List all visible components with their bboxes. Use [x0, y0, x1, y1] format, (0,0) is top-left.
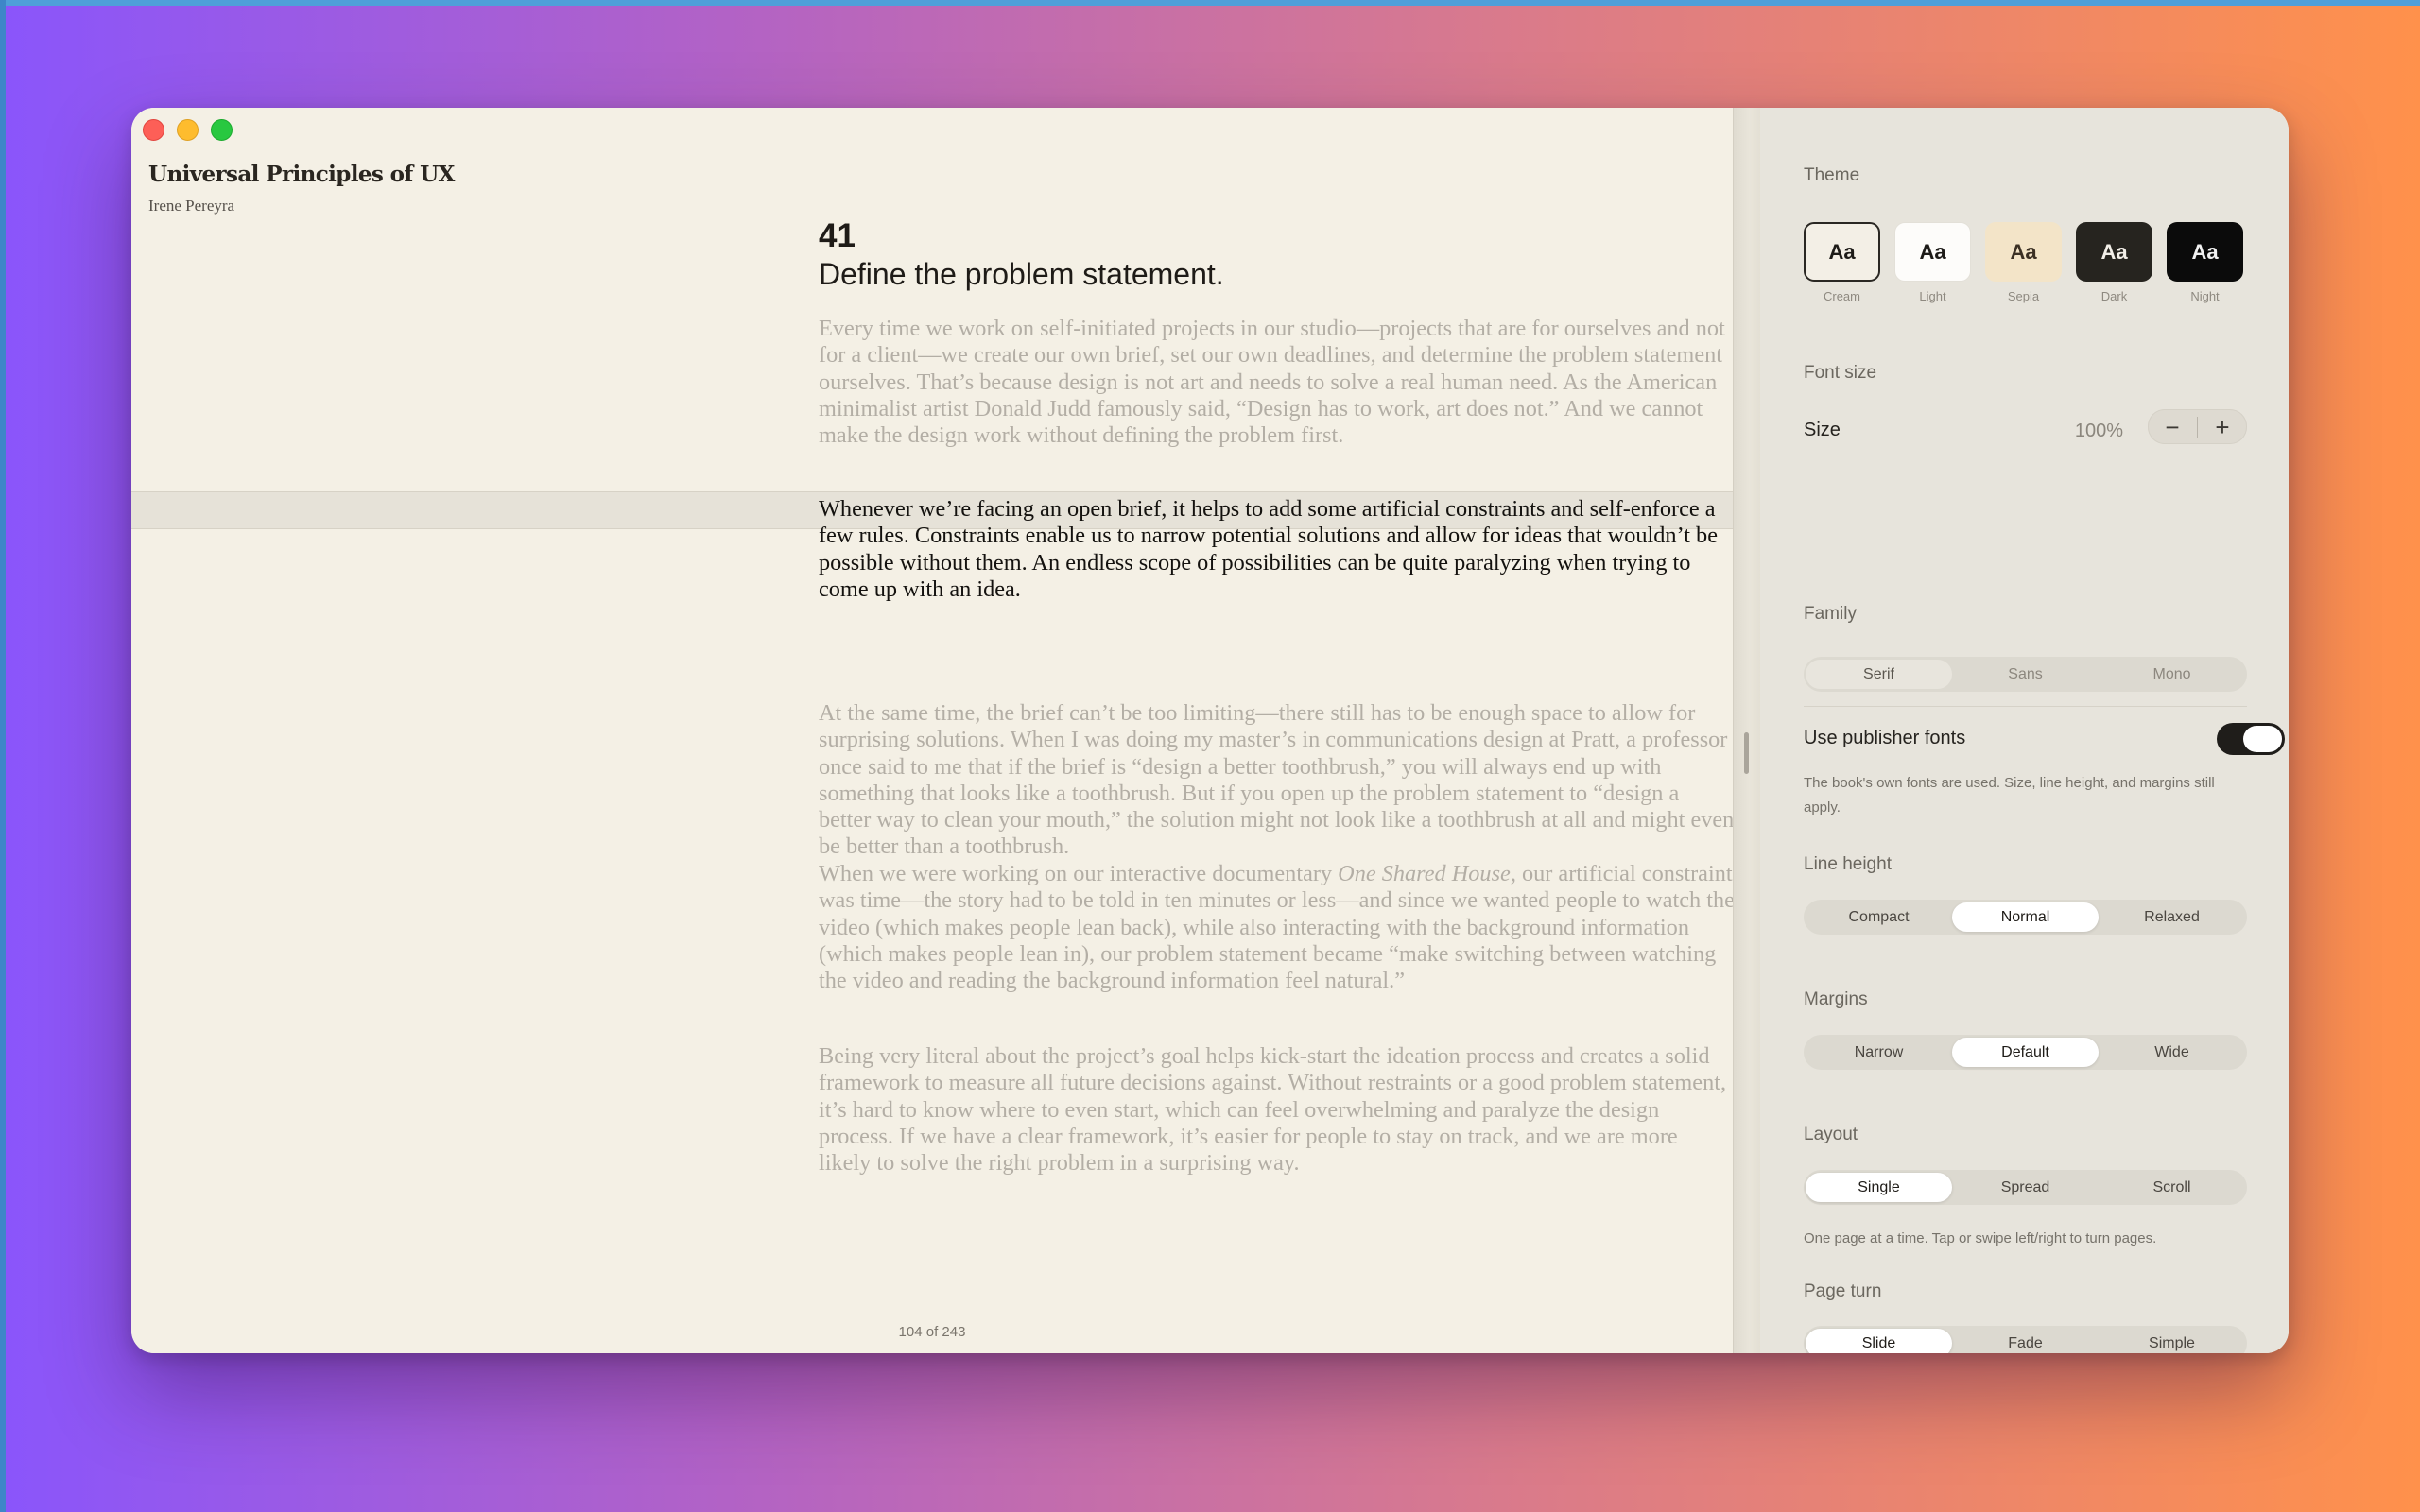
section-divider	[1804, 706, 2247, 707]
increase-font-button[interactable]: +	[2198, 410, 2247, 444]
layout-note: One page at a time. Tap or swipe left/ri…	[1804, 1230, 2157, 1246]
margins-segmented: Narrow Default Wide	[1804, 1035, 2247, 1070]
publisher-fonts-toggle[interactable]	[2217, 723, 2285, 755]
chapter-number: 41	[819, 217, 856, 254]
page-turn-slide[interactable]: Slide	[1806, 1329, 1952, 1353]
family-option-mono[interactable]: Mono	[2099, 660, 2245, 689]
family-option-sans[interactable]: Sans	[1952, 660, 2099, 689]
line-height-label: Line height	[1804, 854, 1892, 874]
reader-window: Universal Principles of UX Irene Pereyra…	[131, 108, 2289, 1353]
desktop-left-edge	[0, 0, 6, 1512]
settings-panel: Theme Aa Cream Aa Light Aa Sepia Aa Dark…	[1760, 108, 2289, 1353]
paragraph: Every time we work on self-initiated pro…	[819, 316, 1725, 449]
decrease-font-button[interactable]: −	[2148, 410, 2197, 444]
theme-picker: Aa Cream Aa Light Aa Sepia Aa Dark Aa Ni…	[1804, 222, 2243, 303]
desktop-top-edge	[0, 0, 2420, 6]
layout-spread[interactable]: Spread	[1952, 1173, 2099, 1202]
zoom-button[interactable]	[211, 119, 233, 141]
theme-light[interactable]: Aa Light	[1894, 222, 1971, 303]
theme-label: Theme	[1804, 165, 1860, 185]
layout-single[interactable]: Single	[1806, 1173, 1952, 1202]
line-height-segmented: Compact Normal Relaxed	[1804, 900, 2247, 935]
font-size-label: Font size	[1804, 363, 1877, 383]
page-turn-segmented: Slide Fade Simple	[1804, 1326, 2247, 1353]
publisher-fonts-label: Use publisher fonts	[1804, 728, 1966, 748]
line-height-compact[interactable]: Compact	[1806, 902, 1952, 932]
layout-segmented: Single Spread Scroll	[1804, 1170, 2247, 1205]
margins-wide[interactable]: Wide	[2099, 1038, 2245, 1067]
theme-sepia[interactable]: Aa Sepia	[1985, 222, 2062, 303]
chapter-title: Define the problem statement.	[819, 257, 1224, 291]
theme-name-cream: Cream	[1823, 289, 1860, 303]
theme-name-dark: Dark	[2100, 289, 2128, 303]
family-label: Family	[1804, 604, 1857, 624]
theme-swatch-sepia[interactable]: Aa	[1985, 222, 2062, 282]
theme-swatch-dark[interactable]: Aa	[2076, 222, 2152, 282]
theme-swatch-light[interactable]: Aa	[1894, 222, 1971, 282]
minimize-button[interactable]	[177, 119, 199, 141]
size-label: Size	[1804, 420, 1841, 440]
page-indicator: 104 of 243	[898, 1324, 966, 1340]
publisher-fonts-note: The book's own fonts are used. Size, lin…	[1804, 775, 2215, 816]
font-size-value: 100%	[2074, 421, 2123, 441]
resize-handle[interactable]	[1744, 732, 1749, 774]
margins-label: Margins	[1804, 989, 1868, 1009]
reading-pane[interactable]: Universal Principles of UX Irene Pereyra…	[131, 108, 1736, 1353]
documentary-title: One Shared House,	[1338, 861, 1516, 886]
theme-name-light: Light	[1919, 289, 1946, 303]
page-turn-simple[interactable]: Simple	[2099, 1329, 2245, 1353]
theme-name-sepia: Sepia	[2007, 289, 2040, 303]
panel-divider[interactable]	[1733, 108, 1760, 1353]
family-option-serif[interactable]: Serif	[1806, 660, 1952, 689]
line-height-normal[interactable]: Normal	[1952, 902, 2099, 932]
theme-swatch-night[interactable]: Aa	[2167, 222, 2243, 282]
page-turn-label: Page turn	[1804, 1281, 1882, 1301]
theme-night[interactable]: Aa Night	[2167, 222, 2243, 303]
line-height-relaxed[interactable]: Relaxed	[2099, 902, 2245, 932]
close-button[interactable]	[143, 119, 164, 141]
theme-cream[interactable]: Aa Cream	[1804, 222, 1880, 303]
theme-swatch-cream[interactable]: Aa	[1804, 222, 1880, 282]
paragraph: When we were working on our interactive …	[819, 861, 1736, 994]
layout-label: Layout	[1804, 1125, 1858, 1144]
margins-default[interactable]: Default	[1952, 1038, 2099, 1067]
window-controls	[143, 119, 233, 141]
font-size-stepper: − +	[2148, 409, 2247, 444]
paragraph: At the same time, the brief can’t be too…	[819, 700, 1735, 860]
font-family-segmented: Serif Sans Mono	[1804, 657, 2247, 692]
paragraph-active: Whenever we’re facing an open brief, it …	[819, 496, 1718, 602]
theme-dark[interactable]: Aa Dark	[2076, 222, 2152, 303]
page-turn-fade[interactable]: Fade	[1952, 1329, 2099, 1353]
theme-name-night: Night	[2190, 289, 2220, 303]
margins-narrow[interactable]: Narrow	[1806, 1038, 1952, 1067]
book-title: Universal Principles of UX	[148, 162, 455, 187]
toggle-knob	[2243, 726, 2282, 752]
layout-scroll[interactable]: Scroll	[2099, 1173, 2245, 1202]
paragraph-text: When we were working on our interactive …	[819, 861, 1339, 886]
paragraph: Being very literal about the project’s g…	[819, 1043, 1727, 1177]
book-author: Irene Pereyra	[148, 197, 235, 215]
